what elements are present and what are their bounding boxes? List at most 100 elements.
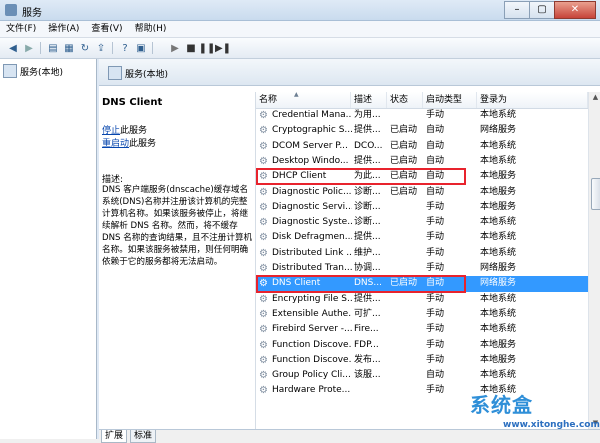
service-name: DNS Client xyxy=(102,97,163,108)
back-icon[interactable]: ◀ xyxy=(6,41,20,55)
table-row[interactable]: ⚙ Diagnostic Polic... 诊断... 已启动 自动 本地服务 xyxy=(256,185,588,200)
table-row[interactable]: ⚙ Group Policy Cli... 该服... 自动 本地系统 xyxy=(256,368,588,383)
table-row[interactable]: ⚙ Credential Mana... 为用... 手动 本地系统 xyxy=(256,108,588,123)
row-cell-name: Distributed Link ... xyxy=(272,247,352,258)
menu-bar: 文件(F) 操作(A) 查看(V) 帮助(H) xyxy=(0,21,600,38)
help-icon[interactable]: ? xyxy=(118,41,132,55)
tree-item-services-local[interactable]: 服务(本地) xyxy=(3,64,63,78)
row-cell-startup: 手动 xyxy=(426,217,445,228)
row-cell-startup: 手动 xyxy=(426,339,445,350)
watermark-url: www.xitonghe.com xyxy=(503,420,600,430)
stop-link-text[interactable]: 停止 xyxy=(102,126,120,136)
console-tree-icon[interactable]: ▤ xyxy=(46,41,60,55)
vertical-scrollbar[interactable]: ▲ ▼ xyxy=(588,92,600,429)
row-cell-status xyxy=(390,307,424,322)
row-cell-logon: 本地系统 xyxy=(480,217,517,228)
row-cell-name: Diagnostic Syste... xyxy=(272,217,352,228)
row-cell-startup: 手动 xyxy=(426,201,445,212)
refresh-icon[interactable]: ↻ xyxy=(78,41,92,55)
title-bar[interactable]: 服务 – ▢ ✕ xyxy=(0,0,600,21)
row-cell-desc: 提供... xyxy=(354,293,381,304)
close-icon[interactable]: ✕ xyxy=(554,1,596,19)
table-row[interactable]: ⚙ Extensible Authe... 可扩... 手动 本地系统 xyxy=(256,307,588,322)
row-cell-desc: 该服... xyxy=(354,370,381,381)
row-cell-name: Group Policy Cli... xyxy=(272,370,351,381)
row-cell-startup: 自动 xyxy=(426,186,445,197)
properties-icon[interactable]: ▦ xyxy=(62,41,76,55)
menu-view[interactable]: 查看(V) xyxy=(85,21,128,37)
tab-extended[interactable]: 扩展 xyxy=(101,430,128,443)
row-cell-name: Diagnostic Servi... xyxy=(272,201,352,212)
table-row[interactable]: ⚙ Diagnostic Syste... 诊断... 手动 本地系统 xyxy=(256,215,588,230)
table-row[interactable]: ⚙ Firebird Server -... Fire... 手动 本地系统 xyxy=(256,322,588,337)
service-gear-icon: ⚙ xyxy=(259,217,268,229)
row-cell-status xyxy=(390,261,424,276)
toolbar-separator xyxy=(40,42,41,54)
menu-help[interactable]: 帮助(H) xyxy=(129,21,173,37)
export-icon[interactable]: ⇪ xyxy=(94,41,108,55)
forward-icon[interactable]: ▶ xyxy=(22,41,36,55)
play-icon[interactable]: ▶ xyxy=(168,41,182,55)
restart-icon[interactable]: ▶❚ xyxy=(215,41,231,55)
column-header-logon-as[interactable]: 登录为 xyxy=(477,92,588,108)
row-cell-name: Diagnostic Polic... xyxy=(272,186,352,197)
table-row[interactable]: ⚙ Disk Defragmen... 提供... 手动 本地系统 xyxy=(256,230,588,245)
services-app-icon xyxy=(5,4,17,16)
service-gear-icon: ⚙ xyxy=(259,125,268,137)
column-description-label: 描述 xyxy=(354,95,373,105)
column-header-name[interactable]: 名称 xyxy=(256,92,351,108)
services-list: 名称 ▲ 描述 状态 启动类型 登录为 ⚙ Credential Mana... 为… xyxy=(255,92,600,429)
scrollbar-thumb[interactable] xyxy=(591,178,600,210)
column-header-status[interactable]: 状态 xyxy=(387,92,423,108)
restart-link-text[interactable]: 重启动 xyxy=(102,139,129,149)
column-status-label: 状态 xyxy=(390,95,409,105)
table-row[interactable]: ⚙ Encrypting File S... 提供... 手动 本地系统 xyxy=(256,292,588,307)
row-cell-status xyxy=(390,383,424,398)
row-cell-logon: 网络服务 xyxy=(480,278,517,289)
service-gear-icon: ⚙ xyxy=(259,263,268,274)
row-cell-logon: 本地系统 xyxy=(480,308,517,319)
table-row[interactable]: ⚙ Distributed Link ... 维护... 手动 本地系统 xyxy=(256,246,588,261)
service-gear-icon: ⚙ xyxy=(259,354,268,366)
service-gear-icon: ⚙ xyxy=(259,140,268,152)
table-row[interactable]: ⚙ Function Discove... 发布... 手动 本地服务 xyxy=(256,353,588,368)
row-cell-desc: Fire... xyxy=(354,324,379,335)
services-gear-icon xyxy=(108,66,122,80)
toolbar: ◀ ▶ ▤ ▦ ↻ ⇪ ? ▣ ▶ ■ ❚❚ ▶❚ xyxy=(0,38,600,59)
stop-service-link[interactable]: 停止此服务 xyxy=(102,123,147,136)
menu-file[interactable]: 文件(F) xyxy=(0,21,42,37)
scroll-up-icon[interactable]: ▲ xyxy=(591,93,600,102)
table-row[interactable]: ⚙ DCOM Server P... DCO... 已启动 自动 本地系统 xyxy=(256,139,588,154)
table-row[interactable]: ⚙ Function Discove... FDP... 手动 本地服务 xyxy=(256,338,588,353)
list-rows: ⚙ Credential Mana... 为用... 手动 本地系统 ⚙ Cryptogra… xyxy=(256,108,588,429)
maximize-icon[interactable]: ▢ xyxy=(529,1,555,19)
list-header: 名称 ▲ 描述 状态 启动类型 登录为 xyxy=(256,92,588,109)
row-cell-name: Cryptographic S... xyxy=(272,125,352,136)
minimize-icon[interactable]: – xyxy=(504,1,530,19)
column-header-startup-type[interactable]: 启动类型 xyxy=(423,92,477,108)
table-row[interactable]: ⚙ Distributed Tran... 协调... 手动 网络服务 xyxy=(256,261,588,276)
row-cell-logon: 本地系统 xyxy=(480,324,517,335)
row-cell-logon: 本地系统 xyxy=(480,247,517,258)
row-cell-desc: DCO... xyxy=(354,140,383,151)
row-cell-status xyxy=(390,292,424,307)
table-row[interactable]: ⚙ Desktop Windo... 提供... 已启动 自动 本地系统 xyxy=(256,154,588,169)
column-header-description[interactable]: 描述 xyxy=(351,92,387,108)
row-cell-logon: 本地服务 xyxy=(480,201,517,212)
stop-icon[interactable]: ■ xyxy=(184,41,198,55)
tab-standard[interactable]: 标准 xyxy=(130,430,157,443)
services-pane: 服务(本地) DNS Client 停止此服务 重启动此服务 描述: DNS 客… xyxy=(99,59,600,443)
menu-action[interactable]: 操作(A) xyxy=(42,21,85,37)
row-cell-status xyxy=(390,353,424,368)
console-icon[interactable]: ▣ xyxy=(134,41,148,55)
row-cell-logon: 本地服务 xyxy=(480,186,517,197)
table-row[interactable]: ⚙ Cryptographic S... 提供... 已启动 自动 网络服务 xyxy=(256,123,588,138)
column-startup-label: 启动类型 xyxy=(426,95,463,105)
row-cell-logon: 本地系统 xyxy=(480,293,517,304)
restart-link-suffix: 此服务 xyxy=(129,139,157,149)
table-row[interactable]: ⚙ Diagnostic Servi... 诊断... 手动 本地服务 xyxy=(256,200,588,215)
row-cell-startup: 手动 xyxy=(426,110,445,120)
restart-service-link[interactable]: 重启动此服务 xyxy=(102,136,156,149)
pause-icon[interactable]: ❚❚ xyxy=(199,41,216,55)
row-cell-name: Credential Mana... xyxy=(272,110,352,120)
